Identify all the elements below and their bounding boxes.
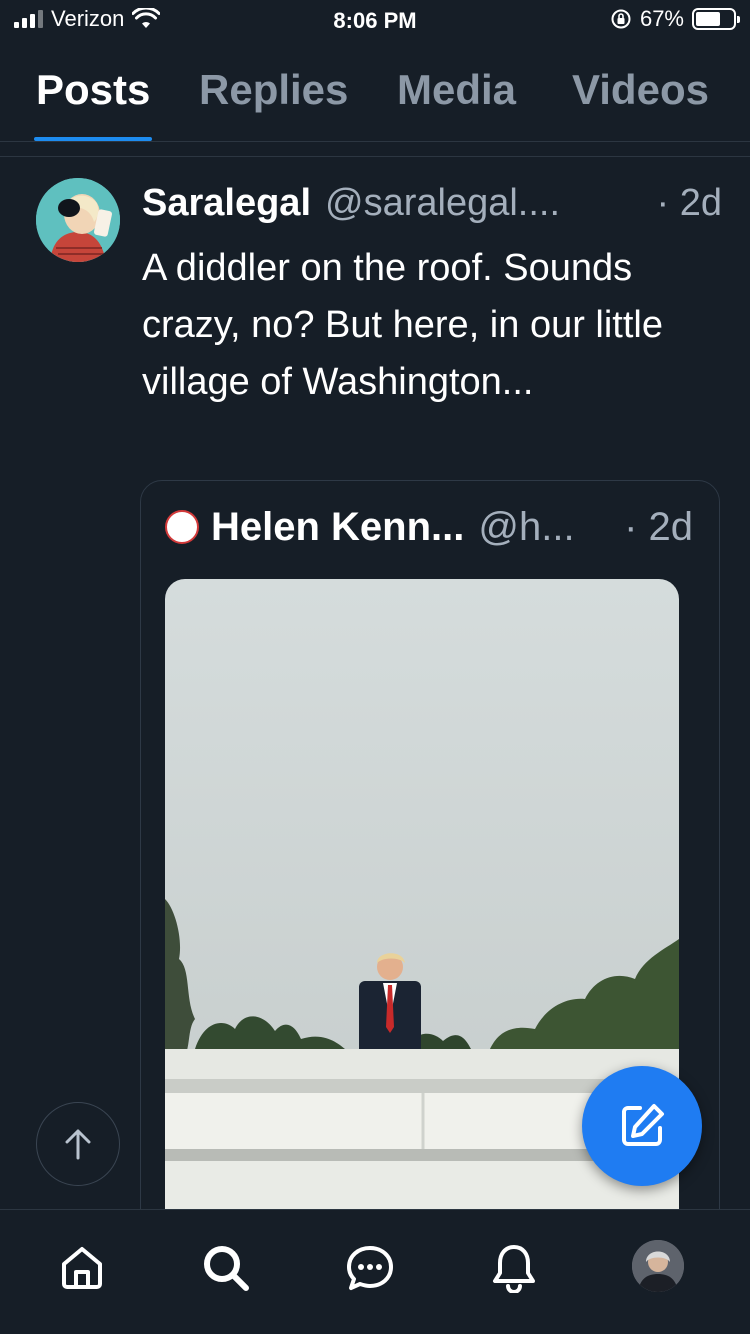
divider: [0, 156, 750, 157]
battery-icon: [692, 8, 740, 30]
compose-button[interactable]: [582, 1066, 702, 1186]
post-text: A diddler on the roof. Sounds crazy, no?…: [142, 247, 663, 403]
status-bar: Verizon 8:06 PM 67%: [0, 0, 750, 42]
bottom-nav: [0, 1209, 750, 1334]
tab-replies[interactable]: Replies: [199, 66, 348, 114]
profile-tabs: Posts Replies Media Videos: [0, 42, 750, 142]
quote-author-handle[interactable]: @h...: [478, 505, 574, 550]
quote-header: Helen Kenn... @h... · 2d: [165, 505, 693, 550]
search-icon: [204, 1246, 249, 1291]
nav-home[interactable]: [52, 1238, 112, 1298]
nav-profile-avatar[interactable]: [632, 1240, 684, 1292]
nav-search[interactable]: [196, 1238, 256, 1298]
tab-posts[interactable]: Posts: [36, 66, 150, 114]
nav-chat[interactable]: [340, 1238, 400, 1298]
quote-author-avatar[interactable]: [165, 510, 199, 544]
chat-icon: [347, 1246, 393, 1290]
home-icon: [62, 1247, 102, 1289]
compose-icon: [622, 1104, 664, 1146]
active-tab-indicator: [34, 137, 152, 141]
quote-author-name[interactable]: Helen Kenn...: [211, 505, 464, 550]
quote-timestamp: · 2d: [624, 505, 693, 549]
post-header: Saralegal @saralegal.... · 2d: [142, 182, 722, 225]
post-timestamp: · 2d: [656, 182, 722, 224]
author-avatar[interactable]: [36, 178, 120, 262]
author-handle[interactable]: @saralegal....: [325, 182, 560, 225]
battery-percent: 67%: [639, 6, 684, 31]
arrow-up-icon: [65, 1129, 91, 1160]
author-name[interactable]: Saralegal: [142, 182, 311, 225]
status-right: 67%: [610, 6, 740, 32]
tab-media[interactable]: Media: [397, 66, 516, 114]
scroll-to-top-button[interactable]: [36, 1102, 120, 1186]
battery-fill: [696, 12, 721, 26]
nav-notifications[interactable]: [484, 1238, 544, 1298]
tab-videos[interactable]: Videos: [572, 66, 709, 114]
bell-icon: [493, 1245, 535, 1293]
rotation-lock-icon: [611, 9, 631, 29]
